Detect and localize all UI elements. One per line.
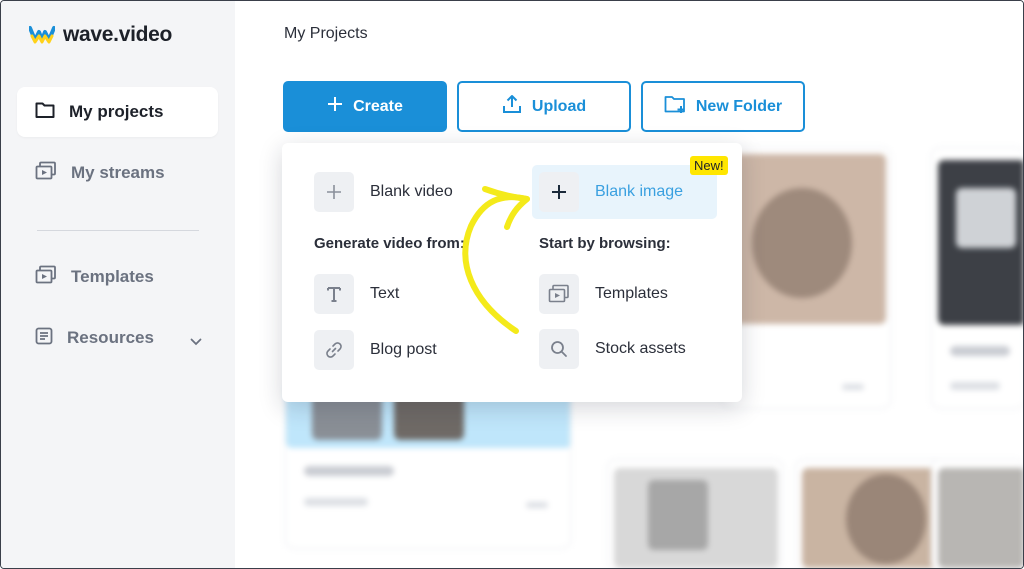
chevron-down-icon[interactable] bbox=[190, 331, 202, 351]
app-window: wave.video My projects My streams Templa… bbox=[0, 0, 1024, 569]
blank-image-label: Blank image bbox=[595, 183, 684, 200]
text-label: Text bbox=[370, 285, 400, 302]
sidebar-item-label: My projects bbox=[69, 102, 164, 121]
streams-icon bbox=[35, 161, 57, 186]
stock-assets-label: Stock assets bbox=[595, 340, 686, 357]
sidebar-item-label: My streams bbox=[71, 163, 165, 182]
sidebar-item-templates[interactable]: Templates bbox=[17, 252, 218, 302]
project-card[interactable] bbox=[931, 147, 1023, 409]
templates-icon bbox=[35, 265, 57, 290]
blog-post-label: Blog post bbox=[370, 341, 437, 358]
templates-icon bbox=[539, 274, 579, 314]
highlight-arrow-icon bbox=[462, 186, 530, 334]
wave-logo-icon bbox=[28, 24, 56, 46]
blog-post-item[interactable]: Blog post bbox=[314, 330, 437, 370]
folder-icon bbox=[35, 101, 55, 124]
sidebar-divider bbox=[37, 230, 199, 231]
project-card[interactable] bbox=[931, 459, 1023, 568]
project-card[interactable] bbox=[607, 459, 783, 568]
sidebar-item-my-streams[interactable]: My streams bbox=[17, 148, 218, 198]
templates-label: Templates bbox=[595, 285, 668, 302]
text-item[interactable]: Text bbox=[314, 274, 399, 314]
project-card[interactable] bbox=[721, 147, 891, 409]
folder-card[interactable] bbox=[285, 381, 571, 549]
sidebar-item-resources[interactable]: Resources bbox=[17, 313, 218, 363]
search-icon bbox=[539, 329, 579, 369]
blank-video-item[interactable]: Blank video bbox=[314, 172, 453, 212]
logo-text: wave.video bbox=[63, 23, 173, 46]
plus-icon bbox=[314, 172, 354, 212]
text-icon bbox=[314, 274, 354, 314]
sidebar-item-label: Templates bbox=[71, 267, 154, 286]
stock-assets-item[interactable]: Stock assets bbox=[539, 329, 686, 369]
new-badge: New! bbox=[690, 156, 728, 175]
sidebar-item-label: Resources bbox=[67, 328, 154, 347]
plus-icon bbox=[539, 172, 579, 212]
templates-item[interactable]: Templates bbox=[539, 274, 668, 314]
browse-heading: Start by browsing: bbox=[539, 235, 671, 252]
link-icon bbox=[314, 330, 354, 370]
logo[interactable]: wave.video bbox=[28, 23, 173, 47]
blank-image-item[interactable]: Blank image bbox=[539, 172, 683, 212]
resources-icon bbox=[35, 327, 53, 350]
sidebar-item-my-projects[interactable]: My projects bbox=[17, 87, 218, 137]
sidebar: wave.video My projects My streams Templa… bbox=[1, 1, 235, 568]
